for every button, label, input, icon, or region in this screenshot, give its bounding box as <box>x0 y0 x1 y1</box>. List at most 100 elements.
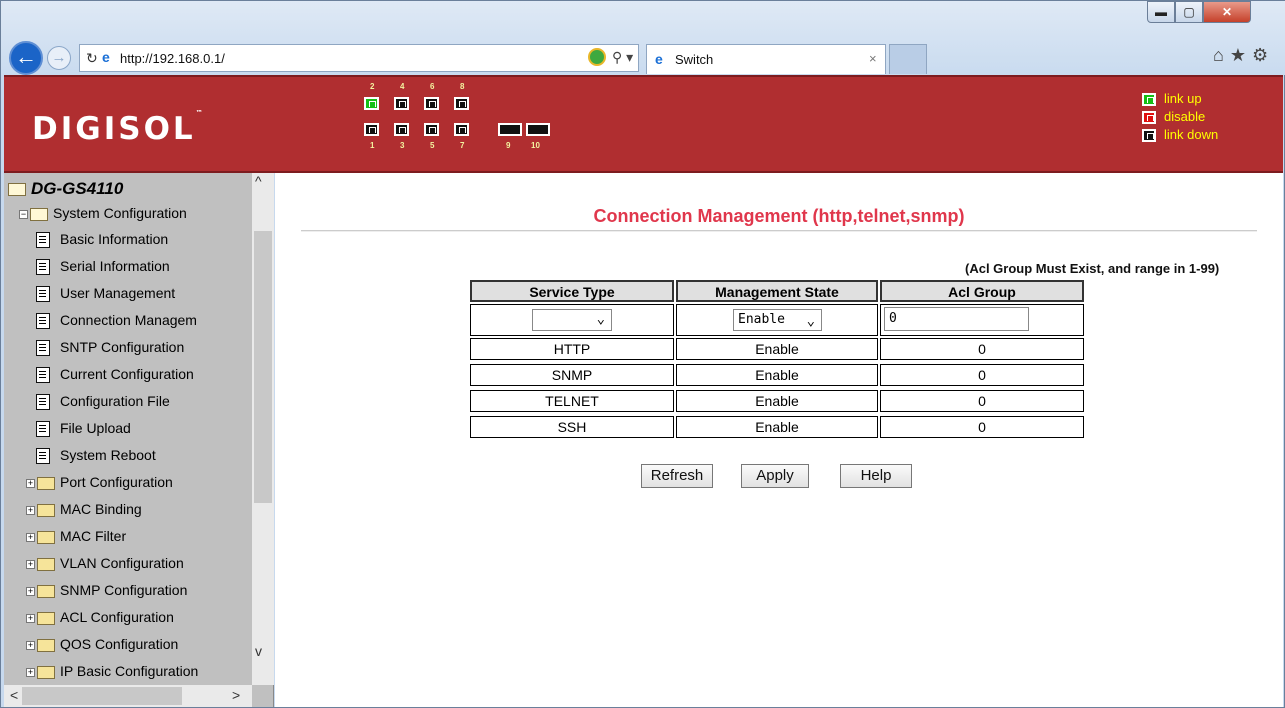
address-bar[interactable]: ↻ e http://192.168.0.1/ ⚲ ▾ <box>79 44 639 72</box>
sidebar-item-page[interactable]: Configuration File <box>36 393 170 415</box>
scroll-right-icon[interactable]: > <box>232 687 240 703</box>
compatibility-icon[interactable] <box>588 48 606 66</box>
document-icon <box>36 259 50 276</box>
port-number: 10 <box>531 141 540 150</box>
port-6-icon[interactable] <box>424 97 439 110</box>
sidebar-item-page[interactable]: System Reboot <box>36 447 156 469</box>
port-2-icon[interactable] <box>364 97 379 110</box>
expand-icon[interactable]: + <box>26 586 35 596</box>
port-7-icon[interactable] <box>454 123 469 136</box>
apply-button[interactable]: Apply <box>741 464 809 488</box>
device-header: DIGISOL™ 2 4 6 8 1 3 5 7 9 10 link up di… <box>4 75 1283 173</box>
folder-icon <box>37 584 55 598</box>
open-folder-icon <box>8 183 26 197</box>
sidebar-item-system-configuration[interactable]: − System Configuration <box>19 205 187 227</box>
expand-icon[interactable]: + <box>26 532 35 542</box>
sidebar-item-label: Connection Managem <box>60 312 197 328</box>
management-state-select[interactable]: Enable ⌄ <box>733 309 822 331</box>
port-number: 1 <box>370 141 375 150</box>
browser-tools: ⌂★⚙ <box>1213 45 1274 66</box>
sidebar-item-page[interactable]: Serial Information <box>36 258 170 280</box>
chevron-down-icon: ⌄ <box>596 311 605 327</box>
acl-group-input[interactable]: 0 <box>884 307 1029 331</box>
scroll-left-icon[interactable]: < <box>10 687 18 703</box>
port-number: 7 <box>460 141 465 150</box>
sidebar-vertical-scrollbar[interactable]: ^ v <box>252 173 274 685</box>
new-tab-button[interactable] <box>889 44 927 74</box>
scroll-up-icon[interactable]: ^ <box>255 173 262 189</box>
sidebar-item-label: System Reboot <box>60 447 156 463</box>
sidebar-item-page[interactable]: Basic Information <box>36 231 168 253</box>
sidebar-item-page[interactable]: File Upload <box>36 420 131 442</box>
sidebar-item-page[interactable]: Connection Managem <box>36 312 197 334</box>
legend-label: disable <box>1164 109 1206 124</box>
scroll-down-icon[interactable]: v <box>255 643 262 659</box>
legend-link-up: link up <box>1142 91 1202 107</box>
table-cell-service: HTTP <box>470 338 674 360</box>
sidebar-folder[interactable]: + SNMP Configuration <box>26 582 187 604</box>
back-button[interactable]: ← <box>9 41 43 75</box>
sidebar-item-label: MAC Filter <box>60 528 127 544</box>
sidebar-folder[interactable]: + IP Basic Configuration <box>26 663 198 685</box>
sidebar-folder[interactable]: + ACL Configuration <box>26 609 174 631</box>
tree-root[interactable]: DG-GS4110 <box>8 179 123 201</box>
sidebar-folder[interactable]: + Port Configuration <box>26 474 173 496</box>
collapse-icon[interactable]: − <box>19 209 28 219</box>
expand-icon[interactable]: + <box>26 559 35 569</box>
maximize-button[interactable]: ▢ <box>1175 1 1203 23</box>
tab-close-icon[interactable]: × <box>869 51 877 66</box>
scrollbar-thumb[interactable] <box>22 687 182 705</box>
table-cell-acl: 0 <box>880 390 1084 412</box>
port-3-icon[interactable] <box>394 123 409 136</box>
sidebar-folder[interactable]: + QOS Configuration <box>26 636 178 658</box>
settings-gear-icon[interactable]: ⚙ <box>1252 45 1274 65</box>
close-window-button[interactable]: ✕ <box>1203 1 1251 23</box>
folder-icon <box>37 665 55 679</box>
folder-icon <box>37 557 55 571</box>
legend-disable: disable <box>1142 109 1206 125</box>
help-button[interactable]: Help <box>840 464 912 488</box>
address-url[interactable]: http://192.168.0.1/ <box>120 51 225 66</box>
sfp-port-9-icon[interactable] <box>498 123 522 136</box>
sidebar-item-label: ACL Configuration <box>60 609 174 625</box>
sidebar-horizontal-scrollbar[interactable]: < > <box>4 685 252 707</box>
sidebar-item-page[interactable]: Current Configuration <box>36 366 194 388</box>
refresh-icon[interactable]: ↻ <box>86 50 98 67</box>
sidebar-item-page[interactable]: SNTP Configuration <box>36 339 184 361</box>
sidebar-item-label: IP Basic Configuration <box>60 663 199 679</box>
sfp-port-10-icon[interactable] <box>526 123 550 136</box>
port-5-icon[interactable] <box>424 123 439 136</box>
sidebar-folder[interactable]: + VLAN Configuration <box>26 555 184 577</box>
scrollbar-thumb[interactable] <box>254 231 272 503</box>
service-type-select[interactable]: ⌄ <box>532 309 612 331</box>
home-icon[interactable]: ⌂ <box>1213 45 1230 65</box>
port-number: 2 <box>370 82 375 91</box>
sidebar-item-label: Basic Information <box>60 231 169 247</box>
expand-icon[interactable]: + <box>26 613 35 623</box>
legend-label: link up <box>1164 91 1202 106</box>
minimize-button[interactable]: ▬ <box>1147 1 1175 23</box>
browser-tab[interactable]: e Switch × <box>646 44 886 74</box>
document-icon <box>36 232 50 249</box>
port-1-icon[interactable] <box>364 123 379 136</box>
sidebar-item-page[interactable]: User Management <box>36 285 175 307</box>
sidebar-folder[interactable]: + MAC Filter <box>26 528 126 550</box>
search-icon[interactable]: ⚲ ▾ <box>612 49 633 66</box>
expand-icon[interactable]: + <box>26 667 35 677</box>
table-cell-state: Enable <box>676 364 878 386</box>
refresh-button[interactable]: Refresh <box>641 464 713 488</box>
forward-button[interactable]: → <box>47 46 71 70</box>
port-4-icon[interactable] <box>394 97 409 110</box>
window-controls: ▬ ▢ ✕ <box>1147 1 1251 23</box>
expand-icon[interactable]: + <box>26 640 35 650</box>
expand-icon[interactable]: + <box>26 505 35 515</box>
sidebar-folder[interactable]: + MAC Binding <box>26 501 142 523</box>
sidebar-item-label: User Management <box>60 285 176 301</box>
port-8-icon[interactable] <box>454 97 469 110</box>
expand-icon[interactable]: + <box>26 478 35 488</box>
table-cell-service: TELNET <box>470 390 674 412</box>
sidebar-item-label: Port Configuration <box>60 474 173 490</box>
browser-window: ← → ↻ e http://192.168.0.1/ ⚲ ▾ e Switch… <box>0 0 1285 708</box>
favorites-star-icon[interactable]: ★ <box>1230 45 1252 65</box>
document-icon <box>36 340 50 357</box>
